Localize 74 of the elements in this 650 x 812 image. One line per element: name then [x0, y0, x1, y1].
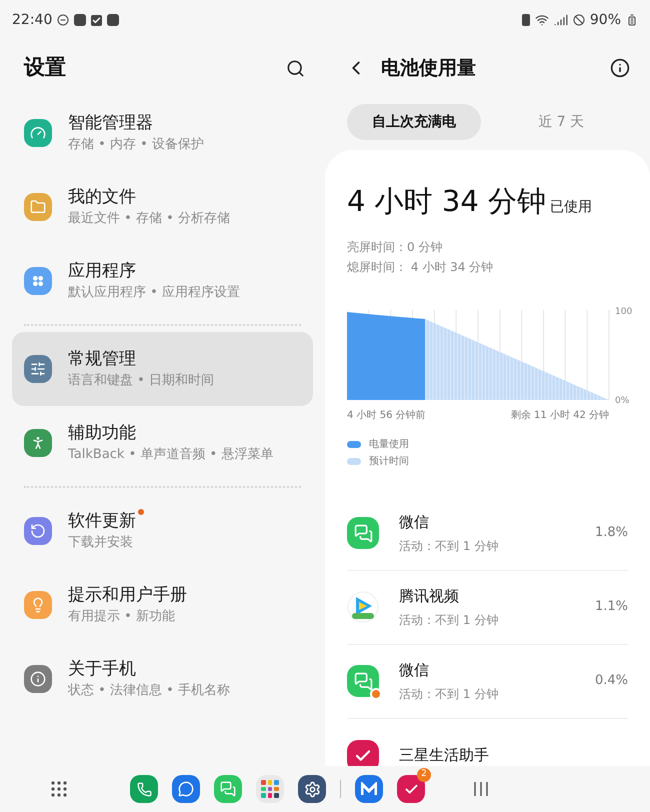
settings-item[interactable]: 提示和用户手册 有用提示 • 新功能	[12, 568, 313, 642]
item-title: 关于手机	[68, 658, 136, 680]
usage-percent: 0.4%	[594, 672, 628, 690]
app-notification-icon	[74, 14, 86, 26]
m-logo-icon[interactable]	[355, 775, 383, 803]
chat-icon	[347, 517, 379, 549]
item-subtitle: 状态 • 法律信息 • 手机名称	[68, 683, 230, 700]
battery-saver-icon	[522, 14, 530, 26]
message-icon[interactable]	[172, 775, 200, 803]
chat-icon	[347, 665, 379, 697]
axis-label: 0%	[615, 396, 630, 406]
item-title: 提示和用户手册	[68, 584, 187, 606]
item-subtitle: 下载并安装	[68, 535, 134, 552]
settings-item[interactable]: 常规管理 语言和键盘 • 日期和时间	[12, 332, 313, 406]
item-subtitle: 有用提示 • 新功能	[68, 609, 176, 626]
app-usage-row[interactable]: 微信 活动：不到 1 分钟 0.4%	[347, 644, 628, 718]
legend-label: 电量使用	[369, 438, 409, 452]
app-name: 腾讯视频	[399, 586, 460, 607]
settings-item[interactable]: 辅助功能 TalkBack • 单声道音频 • 悬浮菜单	[12, 406, 313, 480]
battery-percent: 90%	[590, 10, 621, 30]
item-subtitle: 存储 • 内存 • 设备保护	[68, 137, 204, 154]
screen-on-time: 亮屏时间：0 分钟	[347, 238, 444, 256]
app-name: 微信	[399, 512, 430, 533]
item-title: 我的文件	[68, 186, 136, 208]
settings-item[interactable]: 我的文件 最近文件 • 存储 • 分析存储	[12, 170, 313, 244]
legend-label: 预计时间	[369, 454, 409, 468]
info-icon[interactable]	[610, 58, 630, 78]
item-subtitle: 默认应用程序 • 应用程序设置	[68, 285, 240, 302]
search-icon[interactable]	[286, 58, 305, 78]
app-notification-icon	[107, 14, 120, 26]
app-name: 微信	[399, 660, 430, 681]
item-title: 应用程序	[68, 260, 136, 282]
page-title: 设置	[24, 54, 66, 82]
do-not-disturb-icon	[57, 14, 70, 26]
axis-label: 100	[615, 306, 632, 316]
app-usage-row[interactable]: 微信 活动：不到 1 分钟 1.8%	[347, 496, 628, 570]
app-activity: 活动：不到 1 分钟	[399, 538, 500, 556]
item-title: 辅助功能	[68, 422, 136, 444]
app-folder-icon[interactable]	[256, 775, 284, 803]
recent-apps-icon[interactable]	[473, 782, 489, 796]
settings-item[interactable]: 关于手机 状态 • 法律信息 • 手机名称	[12, 642, 313, 716]
axis-label: 剩余 11 小时 42 分钟	[510, 408, 609, 422]
signal-icon	[554, 13, 568, 27]
usage-label: 已使用	[550, 198, 592, 217]
axis-label: 4 小时 56 分钟前	[347, 408, 426, 422]
item-title: 软件更新	[68, 510, 136, 532]
usage-time: 4 小时 34 分钟	[347, 183, 546, 220]
app-drawer-icon[interactable]	[50, 780, 68, 798]
blocked-icon	[572, 14, 585, 26]
item-title: 智能管理器	[68, 112, 153, 134]
usage-percent: 1.1%	[594, 598, 628, 616]
settings-icon[interactable]	[298, 775, 326, 803]
item-subtitle: TalkBack • 单声道音频 • 悬浮菜单	[68, 447, 274, 464]
notification-badge: 2	[417, 768, 431, 782]
item-subtitle: 语言和键盘 • 日期和时间	[68, 373, 214, 390]
settings-item[interactable]: 软件更新 下载并安装	[12, 494, 313, 568]
checkbox-notification-icon	[91, 14, 102, 26]
wifi-icon	[534, 13, 549, 27]
tab[interactable]: 自上次充满电	[347, 104, 480, 140]
app-usage-row[interactable]: 腾讯视频 活动：不到 1 分钟 1.1%	[347, 570, 628, 644]
app-activity: 活动：不到 1 分钟	[399, 612, 500, 630]
page-title: 电池使用量	[381, 56, 476, 81]
app-activity: 活动：不到 1 分钟	[399, 686, 500, 704]
check-icon[interactable]	[397, 775, 425, 803]
screen-off-time: 熄屏时间： 4 小时 34 分钟	[347, 258, 494, 276]
app-name: 三星生活助手	[399, 745, 490, 766]
phone-icon[interactable]	[130, 775, 158, 803]
clock: 22:40	[12, 10, 52, 30]
item-title: 常规管理	[68, 348, 136, 370]
item-subtitle: 最近文件 • 存储 • 分析存储	[68, 211, 230, 228]
usage-percent: 1.8%	[594, 524, 628, 542]
settings-item[interactable]: 应用程序 默认应用程序 • 应用程序设置	[12, 244, 313, 318]
settings-item[interactable]: 智能管理器 存储 • 内存 • 设备保护	[12, 96, 313, 170]
play-icon	[347, 591, 379, 623]
